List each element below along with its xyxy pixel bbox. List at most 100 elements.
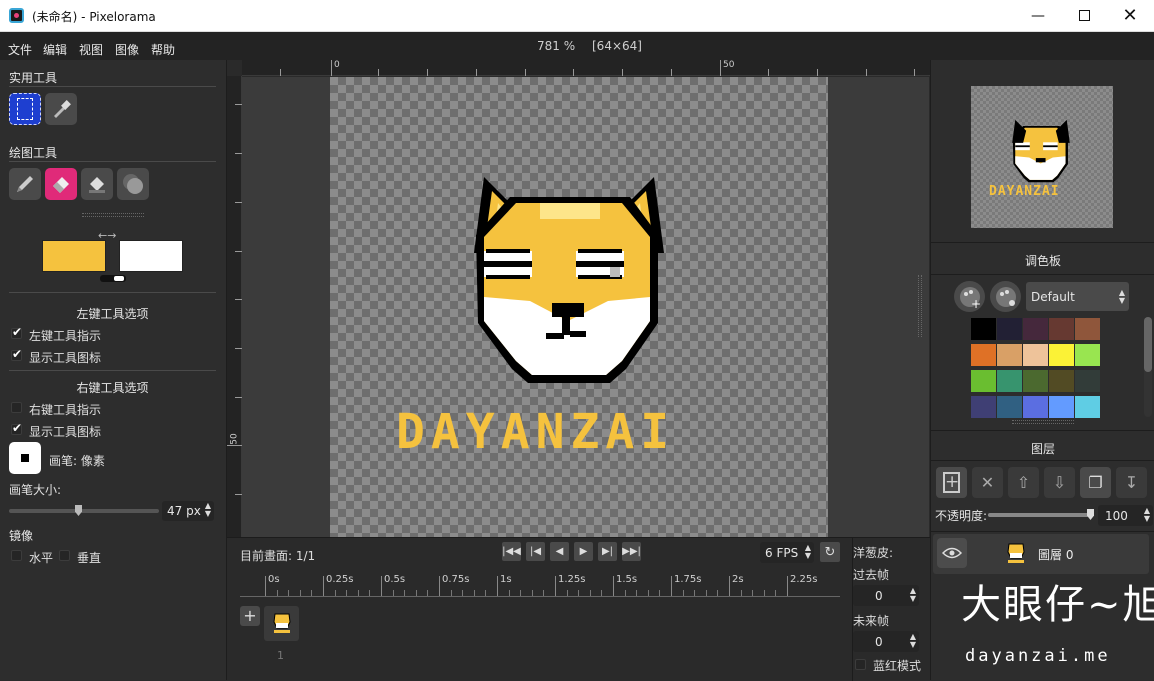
left-show-icon-checkbox[interactable] (11, 347, 22, 361)
fps-spinbox[interactable]: 6 FPS ▲ ▼ (760, 542, 814, 563)
clone-layer-button[interactable]: ❐ (1080, 467, 1111, 498)
spin-arrows-icon[interactable]: ▲ ▼ (910, 587, 916, 603)
merge-down-button[interactable]: ↧ (1116, 467, 1147, 498)
menu-file[interactable]: 文件 (8, 41, 32, 58)
menu-image[interactable]: 图像 (115, 41, 139, 58)
blue-red-mode-label: 蓝红模式 (873, 659, 922, 673)
add-layer-button[interactable]: + (936, 467, 967, 498)
frame-thumbnail[interactable] (264, 606, 299, 641)
palette-swatch[interactable] (971, 344, 996, 366)
eraser-tool-button[interactable] (45, 168, 77, 200)
palette-select[interactable]: Default ▲ ▼ (1026, 282, 1129, 311)
shading-tool-button[interactable] (117, 168, 149, 200)
spin-arrows-icon[interactable]: ▲ ▼ (205, 502, 211, 518)
edit-palette-button[interactable] (990, 281, 1021, 312)
palette-swatch[interactable] (1075, 344, 1100, 366)
last-frame-button[interactable]: ▶▶| (622, 542, 641, 561)
drawing-canvas[interactable]: DAYANZAI (330, 77, 828, 537)
play-forward-button[interactable]: ▶ (574, 542, 593, 561)
layer-row[interactable]: 圖層 0 (933, 534, 1149, 574)
color-picker-tool-button[interactable] (45, 93, 77, 125)
scrollbar-thumb[interactable] (1144, 317, 1152, 372)
brush-size-spinbox[interactable]: 47 px ▲ ▼ (162, 501, 214, 521)
canvas-preview[interactable]: DAYANZAI (971, 86, 1113, 228)
palette-swatch[interactable] (971, 370, 996, 392)
horizontal-ruler[interactable]: 0 50 (242, 60, 930, 76)
palette-swatch[interactable] (1023, 344, 1048, 366)
first-frame-button[interactable]: |◀◀ (502, 542, 521, 561)
horizontal-mirror-checkbox[interactable] (11, 550, 22, 561)
palette-swatch[interactable] (1023, 396, 1048, 418)
timeline-ruler[interactable]: 0s 0.25s 0.5s 0.75s 1s 1.25s 1.5s 1.75s 2s 2.25s (240, 572, 840, 598)
layer-visibility-toggle[interactable] (937, 538, 967, 568)
palette-swatch[interactable] (1049, 318, 1074, 340)
palette-swatch[interactable] (1049, 396, 1074, 418)
panel-grip[interactable] (82, 213, 144, 217)
divider (9, 161, 216, 162)
maximize-button[interactable] (1061, 0, 1107, 31)
right-color-button[interactable] (119, 240, 183, 272)
previous-frame-button[interactable]: |◀ (526, 542, 545, 561)
spin-arrows-icon[interactable]: ▲ ▼ (1119, 289, 1125, 305)
blue-red-mode-checkbox[interactable] (855, 659, 866, 670)
add-frame-button[interactable]: + (240, 606, 260, 626)
vertical-mirror-checkbox[interactable] (59, 550, 70, 561)
next-frame-button[interactable]: ▶| (598, 542, 617, 561)
palette-swatch[interactable] (971, 318, 996, 340)
right-indicator-checkbox[interactable] (11, 402, 22, 413)
palette-scrollbar[interactable] (1144, 317, 1152, 417)
future-frames-spinbox[interactable]: 0 ▲ ▼ (853, 631, 919, 652)
spin-arrows-icon[interactable]: ▲ ▼ (910, 633, 916, 649)
right-show-icon-checkbox[interactable] (11, 421, 22, 435)
shiba-thumbnail-icon (273, 613, 291, 633)
palette-swatch[interactable] (971, 396, 996, 418)
palette-swatch[interactable] (1023, 370, 1048, 392)
palette-swatch[interactable] (1023, 318, 1048, 340)
timeline-minor-tick (682, 590, 684, 596)
palette-swatch[interactable] (1075, 396, 1100, 418)
move-layer-down-button[interactable]: ⇩ (1044, 467, 1075, 498)
slider-handle[interactable] (1087, 509, 1094, 520)
menu-view[interactable]: 视图 (79, 41, 103, 58)
eraser-icon (53, 177, 69, 193)
panel-grip[interactable] (918, 275, 922, 337)
palette-swatch[interactable] (1049, 344, 1074, 366)
spin-arrows-icon[interactable]: ▲ ▼ (805, 544, 811, 560)
opacity-slider[interactable] (988, 509, 1094, 520)
play-backwards-button[interactable]: ◀ (550, 542, 569, 561)
add-layer-icon: + (943, 472, 960, 493)
bucket-tool-button[interactable] (81, 168, 113, 200)
panel-grip[interactable] (1012, 420, 1074, 424)
default-colors-button[interactable] (100, 275, 126, 282)
palette-swatch[interactable] (997, 396, 1022, 418)
left-color-button[interactable] (42, 240, 106, 272)
left-indicator-checkbox[interactable] (11, 325, 22, 339)
remove-layer-button[interactable]: ✕ (972, 467, 1003, 498)
pencil-tool-button[interactable] (9, 168, 41, 200)
loop-button[interactable]: ↻ (820, 542, 840, 562)
vertical-ruler[interactable]: 50 (227, 76, 242, 537)
minimize-button[interactable]: — (1015, 0, 1061, 31)
utility-tools-title: 实用工具 (9, 71, 58, 85)
spin-arrows-icon[interactable]: ▲ ▼ (1144, 507, 1150, 523)
pixel-brush-icon (21, 454, 29, 462)
move-layer-up-button[interactable]: ⇧ (1008, 467, 1039, 498)
palette-swatch[interactable] (997, 370, 1022, 392)
palette-swatch[interactable] (1049, 370, 1074, 392)
menu-help[interactable]: 帮助 (151, 41, 175, 58)
past-frames-spinbox[interactable]: 0 ▲ ▼ (853, 585, 919, 606)
rect-select-tool-button[interactable] (9, 93, 41, 125)
palette-swatch[interactable] (1075, 318, 1100, 340)
timeline-minor-tick (705, 590, 707, 596)
opacity-spinbox[interactable]: 100 ▲ ▼ (1098, 505, 1153, 526)
slider-handle[interactable] (75, 505, 82, 516)
menu-edit[interactable]: 编辑 (43, 41, 67, 58)
palette-swatch[interactable] (1075, 370, 1100, 392)
palette-swatch[interactable] (997, 344, 1022, 366)
add-palette-button[interactable]: + (954, 281, 985, 312)
timeline-minor-tick (276, 590, 278, 596)
close-button[interactable]: ✕ (1107, 0, 1153, 31)
palette-swatch[interactable] (997, 318, 1022, 340)
brush-size-slider[interactable] (9, 505, 159, 516)
brush-type-button[interactable] (9, 442, 41, 474)
